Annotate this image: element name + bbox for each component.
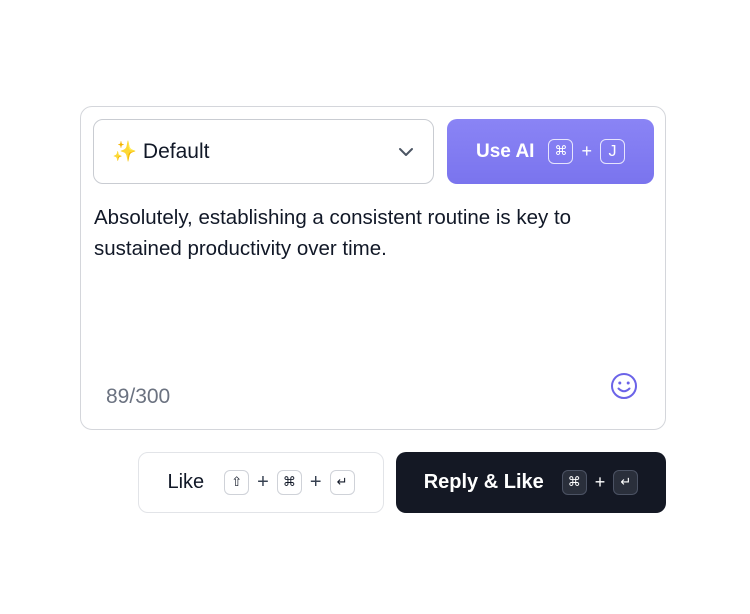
reply-composer-card: ✨ Default Use AI ⌘ + J Absolutely, estab… <box>80 106 666 430</box>
reply-textarea[interactable]: Absolutely, establishing a consistent ro… <box>94 202 654 264</box>
shortcut-plus: + <box>594 472 606 492</box>
chevron-down-icon <box>399 148 413 156</box>
j-key: J <box>599 139 625 164</box>
reply-and-like-label: Reply & Like <box>423 471 544 493</box>
shortcut-plus: + <box>257 471 269 493</box>
like-button[interactable]: Like ⇧ + ⌘ + ↵ <box>138 452 384 513</box>
character-counter: 89/300 <box>106 385 171 408</box>
command-key-icon: ⌘ <box>548 139 574 164</box>
reply-and-like-button[interactable]: Reply & Like ⌘ + ↵ <box>396 452 666 513</box>
tone-select[interactable]: ✨ Default <box>93 119 434 184</box>
shortcut-plus: + <box>581 141 592 161</box>
use-ai-button[interactable]: Use AI ⌘ + J <box>447 119 654 184</box>
shortcut-plus: + <box>309 471 322 493</box>
command-key-icon: ⌘ <box>276 470 302 495</box>
tone-select-value: Default <box>142 139 210 163</box>
command-key-icon: ⌘ <box>561 470 587 495</box>
like-label: Like <box>167 471 205 493</box>
sparkles-icon: ✨ <box>112 140 137 163</box>
enter-key-icon: ↵ <box>329 470 355 495</box>
smiley-face-icon[interactable] <box>609 371 639 401</box>
shift-key-icon: ⇧ <box>224 470 250 495</box>
enter-key-icon: ↵ <box>613 470 639 495</box>
use-ai-label: Use AI <box>476 140 535 162</box>
